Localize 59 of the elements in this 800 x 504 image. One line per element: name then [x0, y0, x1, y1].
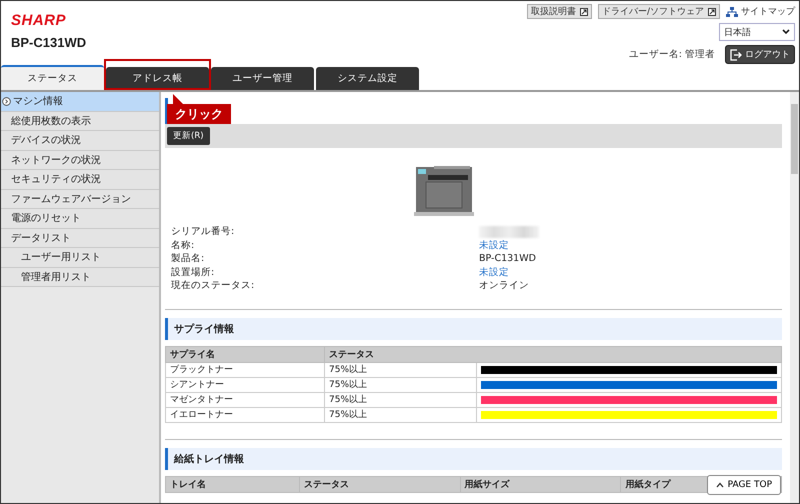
table-cell: マゼンタトナー	[166, 392, 324, 407]
sidebar-item[interactable]: 管理者用リスト	[1, 268, 159, 287]
section-heading: サプライ情報	[165, 318, 782, 340]
field-label: 名称:	[171, 240, 196, 252]
field-label: 製品名:	[171, 253, 206, 266]
user-name: ユーザー名: 管理者	[628, 48, 715, 61]
sidebar-item[interactable]: ファームウェアバージョン	[1, 190, 159, 209]
external-link-icon	[708, 8, 716, 16]
table-cell: 75%以上	[324, 377, 476, 392]
callout-label: クリック	[167, 94, 231, 124]
table-cell: ブラックトナー	[166, 362, 324, 377]
tab[interactable]: ステータス	[1, 65, 104, 90]
sitemap-link[interactable]: サイトマップ	[726, 5, 795, 18]
sidebar-item[interactable]: 電源のリセット	[1, 209, 159, 228]
logout-button[interactable]: ログアウト	[725, 45, 795, 64]
callout-pointer-icon	[173, 94, 183, 104]
manual-link[interactable]: 取扱説明書	[526, 4, 592, 19]
column-header: 用紙サイズ	[460, 476, 621, 492]
field-value: オンライン	[479, 280, 530, 292]
chevron-up-icon	[716, 482, 724, 488]
value-link[interactable]: 未設定	[479, 240, 782, 252]
logout-icon	[730, 48, 742, 60]
language-select[interactable]: 日本語	[719, 23, 795, 41]
field-value: BP-C131WD	[479, 253, 537, 266]
column-header: トレイ名	[166, 476, 300, 492]
page-top-button[interactable]: PAGE TOP	[706, 475, 781, 495]
field-label: シリアル番号:	[171, 226, 236, 238]
column-header: ステータス	[324, 346, 782, 362]
column-header: ステータス	[299, 476, 460, 492]
external-link-icon	[580, 8, 588, 16]
table-cell: 75%以上	[324, 407, 476, 422]
refresh-button[interactable]: 更新(R)	[167, 127, 210, 145]
tab[interactable]: アドレス帳	[106, 67, 209, 90]
tab[interactable]: システム設定	[316, 67, 419, 90]
scrollbar[interactable]	[790, 92, 799, 503]
field-label: 設置場所:	[171, 266, 216, 279]
blurred-value	[479, 226, 539, 238]
sitemap-icon	[726, 6, 738, 16]
model-name: BP-C131WD	[11, 35, 86, 50]
sidebar-item[interactable]: データリスト	[1, 228, 159, 248]
sidebar-item[interactable]: ネットワークの状況	[1, 150, 159, 170]
sidebar-item[interactable]: マシン情報	[1, 92, 159, 112]
table-cell: シアントナー	[166, 377, 324, 392]
value-link[interactable]: 未設定	[479, 266, 782, 279]
printer-icon	[414, 164, 474, 216]
logo: SHARP	[11, 12, 68, 29]
chevron-down-icon	[782, 29, 790, 35]
manual-link[interactable]: ドライバー/ソフトウェア	[598, 4, 720, 19]
table-cell: イエロートナー	[166, 407, 324, 422]
column-header: サプライ名	[166, 346, 324, 362]
sidebar-item[interactable]: ユーザー用リスト	[1, 248, 159, 268]
tab[interactable]: ユーザー管理	[211, 67, 314, 90]
sidebar-item[interactable]: デバイスの状況	[1, 131, 159, 150]
field-label: 現在のステータス:	[171, 280, 256, 292]
table-cell: 75%以上	[324, 362, 476, 377]
sidebar-item[interactable]: セキュリティの状況	[1, 170, 159, 190]
sidebar-item[interactable]: 総使用枚数の表示	[1, 112, 159, 131]
table-cell: 75%以上	[324, 392, 476, 407]
section-heading: 給紙トレイ情報	[165, 448, 782, 470]
